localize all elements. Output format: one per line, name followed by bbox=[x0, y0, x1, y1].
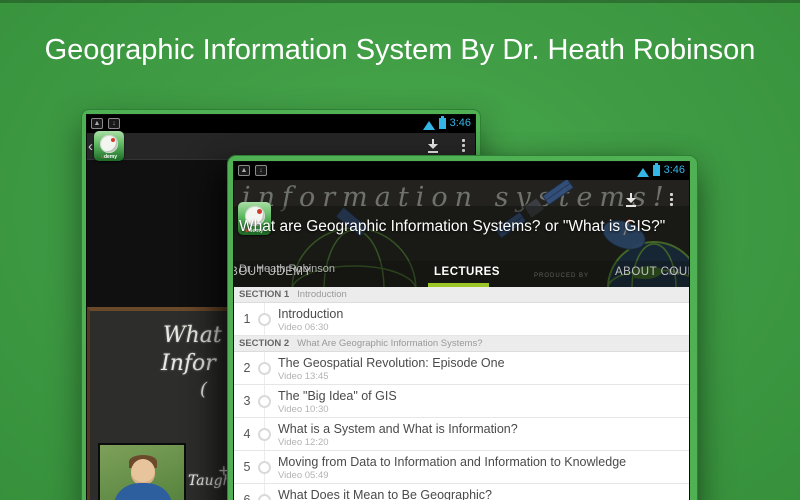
progress-circle-icon bbox=[258, 494, 271, 500]
section-header-2: SECTION 2 What Are Geographic Informatio… bbox=[234, 336, 689, 352]
wifi-icon bbox=[423, 121, 435, 130]
download-button[interactable] bbox=[624, 193, 638, 207]
section-name: Introduction bbox=[297, 289, 347, 300]
chalk-text-line2: Infor bbox=[161, 351, 216, 376]
lecture-row-1[interactable]: 1 Introduction Video 06:30 bbox=[234, 303, 689, 336]
lecture-meta: Video 06:30 bbox=[278, 322, 329, 333]
tab-about-course[interactable]: ABOUT COURSE bbox=[615, 266, 689, 278]
lecture-row-5[interactable]: 5 Moving from Data to Information and In… bbox=[234, 451, 689, 484]
tab-about-udemy[interactable]: ABOUT UDEMY bbox=[234, 266, 312, 278]
download-button[interactable] bbox=[426, 139, 440, 153]
lecture-title: The "Big Idea" of GIS bbox=[278, 389, 397, 403]
progress-circle-icon bbox=[258, 461, 271, 474]
lecture-meta: Video 12:20 bbox=[278, 437, 329, 448]
front-status-bar: ▲ ↓ 3:46 bbox=[234, 162, 689, 180]
gallery-notification-icon: ▲ bbox=[238, 165, 250, 176]
lecture-number: 2 bbox=[237, 361, 257, 375]
lecture-title: Moving from Data to Information and Info… bbox=[278, 455, 626, 469]
instructor-photo bbox=[98, 443, 186, 500]
promo-banner: Geographic Information System By Dr. Hea… bbox=[0, 0, 800, 100]
wifi-icon bbox=[637, 168, 649, 177]
photo-face bbox=[131, 459, 155, 485]
lecture-meta: Video 10:30 bbox=[278, 404, 329, 415]
clock: 3:46 bbox=[664, 164, 685, 176]
back-chevron-icon[interactable]: ‹ bbox=[88, 133, 93, 160]
lecture-meta: Video 05:49 bbox=[278, 470, 329, 481]
back-status-bar: ▲ ↓ 3:46 bbox=[87, 115, 475, 133]
chalk-text-line3: ( bbox=[200, 379, 207, 400]
tab-lectures[interactable]: LECTURES bbox=[434, 266, 500, 278]
section-name: What Are Geographic Information Systems? bbox=[297, 338, 482, 349]
clock: 3:46 bbox=[450, 117, 471, 129]
lecture-number: 5 bbox=[237, 460, 257, 474]
udemy-globe-icon bbox=[100, 135, 118, 153]
lecture-meta: Video 13:45 bbox=[278, 371, 329, 382]
lecture-title: What is a System and What is Information… bbox=[278, 422, 518, 436]
lecture-row-3[interactable]: 3 The "Big Idea" of GIS Video 10:30 bbox=[234, 385, 689, 418]
course-title: What are Geographic Information Systems?… bbox=[239, 216, 684, 237]
overflow-menu-icon[interactable] bbox=[666, 192, 677, 207]
battery-icon bbox=[439, 118, 446, 129]
lecture-list: SECTION 1 Introduction 1 Introduction Vi… bbox=[234, 287, 689, 500]
battery-icon bbox=[653, 165, 660, 176]
lecture-number: 1 bbox=[237, 312, 257, 326]
udemy-wordmark: udemy bbox=[94, 154, 124, 160]
gallery-notification-icon: ▲ bbox=[91, 118, 103, 129]
tab-bar: ABOUT UDEMY LECTURES ABOUT COURSE bbox=[234, 261, 689, 287]
lecture-number: 6 bbox=[237, 493, 257, 500]
section-header-1: SECTION 1 Introduction bbox=[234, 287, 689, 303]
progress-circle-icon bbox=[258, 313, 271, 326]
front-tablet-screen: ▲ ↓ 3:46 information systems! bbox=[233, 161, 690, 500]
udemy-app-icon[interactable]: udemy bbox=[94, 131, 124, 161]
download-notification-icon: ↓ bbox=[108, 118, 120, 129]
overflow-menu-icon[interactable] bbox=[458, 138, 469, 153]
lecture-number: 4 bbox=[237, 427, 257, 441]
section-label: SECTION 2 bbox=[239, 338, 289, 349]
lecture-number: 3 bbox=[237, 394, 257, 408]
lecture-row-4[interactable]: 4 What is a System and What is Informati… bbox=[234, 418, 689, 451]
lecture-row-2[interactable]: 2 The Geospatial Revolution: Episode One… bbox=[234, 352, 689, 385]
front-tablet-screenshot: ▲ ↓ 3:46 information systems! bbox=[228, 156, 697, 500]
progress-circle-icon bbox=[258, 395, 271, 408]
lecture-title: Introduction bbox=[278, 307, 343, 321]
lecture-title: What Does it Mean to Be Geographic? bbox=[278, 488, 492, 500]
course-header-image: information systems! bbox=[234, 180, 689, 287]
download-notification-icon: ↓ bbox=[255, 165, 267, 176]
photo-shirt bbox=[114, 483, 172, 500]
section-label: SECTION 1 bbox=[239, 289, 289, 300]
chalk-text-line1: What bbox=[163, 323, 222, 348]
lecture-title: The Geospatial Revolution: Episode One bbox=[278, 356, 505, 370]
progress-circle-icon bbox=[258, 362, 271, 375]
lecture-row-6[interactable]: 6 What Does it Mean to Be Geographic? bbox=[234, 484, 689, 500]
progress-circle-icon bbox=[258, 428, 271, 441]
page-title: Geographic Information System By Dr. Hea… bbox=[0, 34, 800, 67]
